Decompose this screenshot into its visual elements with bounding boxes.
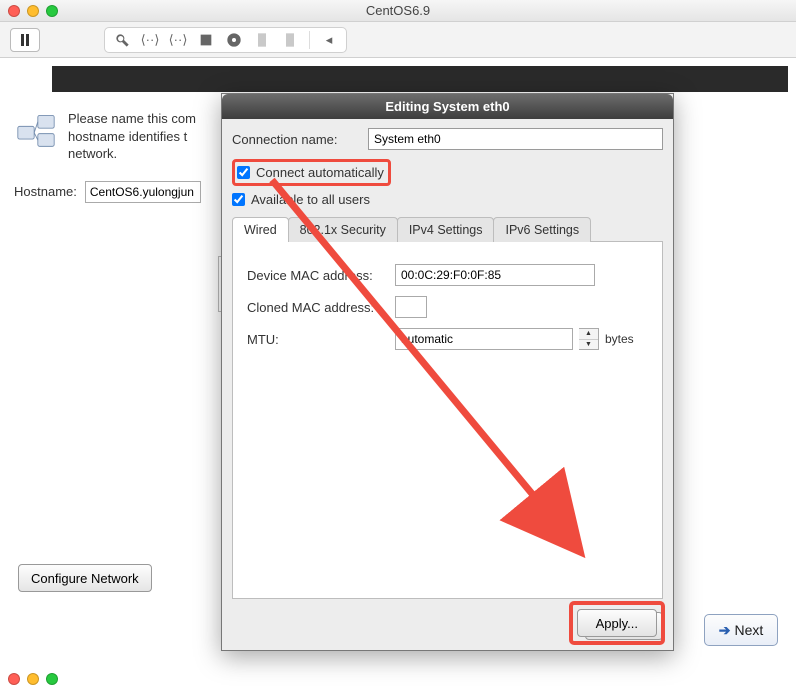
tab-wired[interactable]: Wired (232, 217, 289, 242)
next-button-label: Next (734, 622, 763, 638)
hard-disk-icon[interactable] (197, 31, 215, 49)
connect-automatically-label: Connect automatically (256, 165, 384, 180)
vm-toolbar: ⟨··⟩ ⟨··⟩ ◂ (0, 22, 796, 58)
vm-tool-icons: ⟨··⟩ ⟨··⟩ ◂ (104, 27, 347, 53)
device-mac-input[interactable] (395, 264, 595, 286)
connection-tabs: Wired 802.1x Security IPv4 Settings IPv6… (232, 216, 663, 241)
toolbar-separator (309, 31, 310, 49)
mtu-input[interactable] (395, 328, 573, 350)
apply-button-highlight: Apply... (569, 601, 665, 645)
minimize-window-icon[interactable] (27, 673, 39, 685)
cloned-mac-label: Cloned MAC address: (247, 300, 387, 315)
mtu-label: MTU: (247, 332, 387, 347)
collapse-icon[interactable]: ◂ (320, 31, 338, 49)
device2-icon[interactable] (281, 31, 299, 49)
chevron-down-icon[interactable]: ▼ (579, 340, 598, 350)
mtu-unit-label: bytes (605, 332, 634, 346)
apply-button[interactable]: Apply... (577, 609, 657, 637)
zoom-window-icon[interactable] (46, 5, 58, 17)
connection-name-input[interactable] (368, 128, 663, 150)
pause-button[interactable] (10, 28, 40, 52)
installer-header-bar (52, 66, 788, 92)
arrow-right-icon: ➔ (719, 622, 731, 639)
wired-tab-pane: Device MAC address: Cloned MAC address: … (232, 241, 663, 599)
connect-automatically-checkbox[interactable] (237, 166, 250, 179)
cd-drive-icon[interactable] (225, 31, 243, 49)
window-title: CentOS6.9 (366, 3, 430, 18)
hostname-help-text: Please name this comhostname identifies … (68, 110, 196, 163)
network-adapter1-icon[interactable]: ⟨··⟩ (141, 31, 159, 49)
edit-connection-dialog: Editing System eth0 Connection name: Con… (221, 93, 674, 651)
zoom-window-icon[interactable] (46, 673, 58, 685)
mtu-spinner[interactable]: ▲▼ (579, 328, 599, 350)
traffic-lights (8, 5, 58, 17)
wrench-icon[interactable] (113, 31, 131, 49)
hostname-input[interactable] (85, 181, 201, 203)
device-mac-label: Device MAC address: (247, 268, 387, 283)
dialog-title: Editing System eth0 (222, 94, 673, 119)
configure-network-button[interactable]: Configure Network (18, 564, 152, 592)
connection-name-label: Connection name: (232, 132, 360, 147)
computer-network-icon (14, 110, 58, 153)
next-button[interactable]: ➔ Next (704, 614, 778, 646)
close-window-icon[interactable] (8, 5, 20, 17)
bottom-traffic-lights (8, 673, 58, 685)
chevron-up-icon[interactable]: ▲ (579, 329, 598, 340)
minimize-window-icon[interactable] (27, 5, 39, 17)
tab-8021x-security[interactable]: 802.1x Security (288, 217, 398, 242)
device1-icon[interactable] (253, 31, 271, 49)
hostname-label: Hostname: (14, 184, 77, 199)
network-adapter2-icon[interactable]: ⟨··⟩ (169, 31, 187, 49)
tab-ipv6-settings[interactable]: IPv6 Settings (493, 217, 591, 242)
connect-automatically-highlight: Connect automatically (232, 159, 391, 186)
mac-titlebar: CentOS6.9 (0, 0, 796, 22)
close-window-icon[interactable] (8, 673, 20, 685)
cloned-mac-input[interactable] (395, 296, 427, 318)
available-all-users-label: Available to all users (251, 192, 370, 207)
tab-ipv4-settings[interactable]: IPv4 Settings (397, 217, 495, 242)
available-all-users-checkbox[interactable] (232, 193, 245, 206)
